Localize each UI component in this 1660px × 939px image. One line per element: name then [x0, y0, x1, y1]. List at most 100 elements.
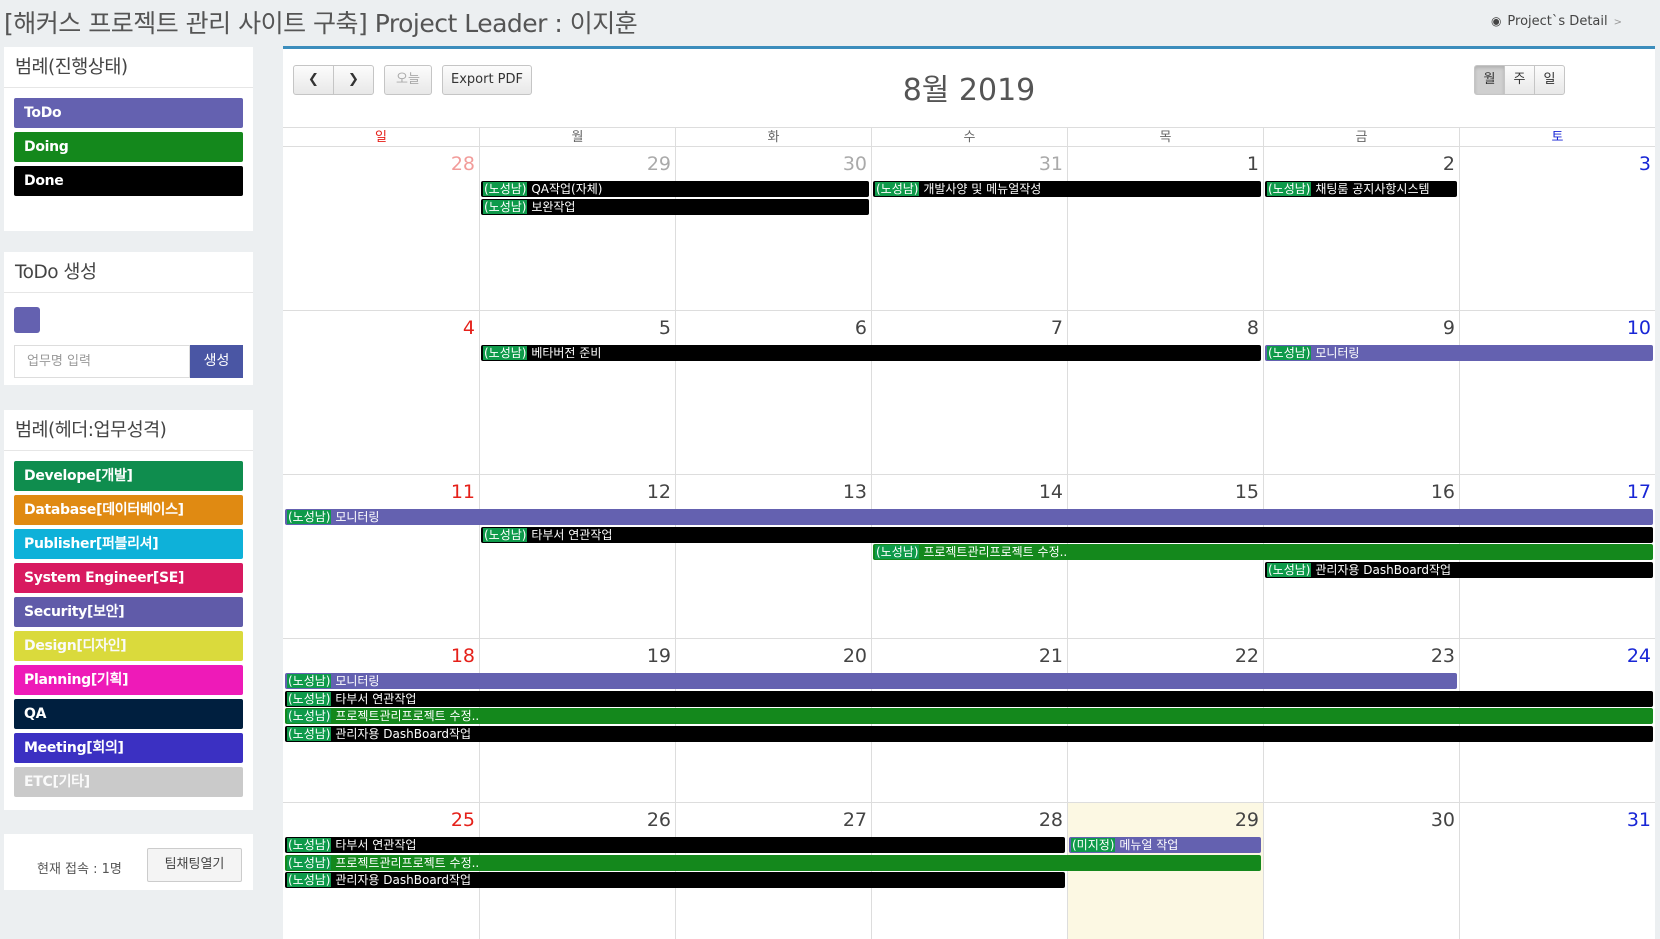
day-number: 17: [1626, 481, 1651, 503]
event-assignee: (노성남): [1267, 182, 1312, 196]
type-legend-item[interactable]: Develope[개발]: [14, 461, 243, 491]
status-legend-item[interactable]: Doing: [14, 132, 243, 162]
create-todo-button[interactable]: 생성: [190, 345, 243, 378]
event-assignee: (노성남): [483, 199, 528, 214]
type-legend-item[interactable]: Design[디자인]: [14, 631, 243, 661]
calendar-event[interactable]: (미지정) 메뉴얼 작업: [1069, 837, 1261, 853]
calendar-event[interactable]: (노성남) 타부서 연관작업: [285, 690, 1653, 707]
event-title: 보완작업: [531, 199, 576, 214]
todo-name-input[interactable]: 업무명 입력: [14, 345, 190, 378]
event-assignee: (노성남): [483, 346, 528, 360]
event-assignee: (노성남): [287, 510, 332, 524]
calendar-event[interactable]: (노성남) 타부서 연관작업: [285, 837, 1065, 853]
day-cell[interactable]: 10: [1459, 311, 1655, 474]
day-cell[interactable]: 28: [871, 803, 1067, 939]
day-number: 10: [1626, 317, 1651, 339]
day-number: 25: [450, 809, 475, 831]
day-cell[interactable]: 26: [479, 803, 675, 939]
weekday-label: 화: [675, 128, 871, 147]
calendar-week: 28 29 30 31 1 2 3 (노성남) QA작업(자체) (노성남) 보완작업 (노성남)…: [283, 147, 1655, 311]
calendar-event[interactable]: (노성남) 모니터링: [285, 509, 1653, 525]
day-cell[interactable]: 31: [871, 147, 1067, 310]
event-assignee: (노성남): [287, 709, 332, 723]
day-cell[interactable]: 28: [283, 147, 479, 310]
calendar-event[interactable]: (노성남) 프로젝트관리프로젝트 수정..: [873, 544, 1653, 560]
calendar-event[interactable]: (노성남) 개발사양 및 메뉴얼작성: [873, 181, 1261, 197]
calendar-event[interactable]: (노성남) 베타버전 준비: [481, 345, 1261, 361]
status-legend-item[interactable]: ToDo: [14, 98, 243, 128]
calendar-event[interactable]: (노성남) QA작업(자체): [481, 181, 869, 197]
connection-panel: 현재 접속 : 1명 팀채팅열기: [4, 834, 253, 890]
event-title: QA작업(자체): [531, 182, 603, 196]
calendar-event[interactable]: (노성남) 프로젝트관리프로젝트 수정..: [285, 708, 1653, 724]
page-title: [해커스 프로젝트 관리 사이트 구축] Project Leader : 이지…: [4, 9, 638, 38]
event-title: 모니터링: [335, 510, 380, 524]
day-cell[interactable]: 3: [1459, 147, 1655, 310]
calendar-event[interactable]: (노성남) 관리자용 DashBoard작업: [285, 872, 1065, 888]
day-cell[interactable]: 4: [283, 311, 479, 474]
day-number: 29: [1234, 809, 1259, 831]
calendar-event[interactable]: (노성남) 타부서 연관작업: [481, 526, 1653, 543]
day-cell[interactable]: 13: [675, 475, 871, 638]
day-number: 28: [450, 153, 475, 175]
event-title: 개발사양 및 메뉴얼작성: [923, 182, 1042, 196]
day-number: 31: [1626, 809, 1651, 831]
day-cell[interactable]: 1: [1067, 147, 1263, 310]
day-cell[interactable]: 30: [675, 147, 871, 310]
event-title: 관리자용 DashBoard작업: [1315, 562, 1452, 577]
calendar-event[interactable]: (노성남) 관리자용 DashBoard작업: [285, 725, 1653, 742]
type-legend-item[interactable]: Meeting[회의]: [14, 733, 243, 763]
type-legend-title: 범례(헤더:업무성격): [4, 410, 253, 451]
day-cell[interactable]: 7: [871, 311, 1067, 474]
view-month-button[interactable]: 월: [1474, 65, 1505, 95]
calendar-event[interactable]: (노성남) 모니터링: [285, 673, 1457, 689]
type-legend-item[interactable]: Database[데이터베이스]: [14, 495, 243, 525]
day-number: 31: [1038, 153, 1063, 175]
todo-color-picker[interactable]: [14, 307, 40, 333]
calendar-event[interactable]: (노성남) 모니터링: [1265, 345, 1653, 361]
status-legend-panel: 범례(진행상태) ToDo Doing Done: [4, 47, 253, 231]
view-week-button[interactable]: 주: [1504, 65, 1535, 95]
day-number: 11: [450, 481, 475, 503]
weekday-header: 일 월화수목금토: [283, 127, 1655, 147]
day-cell[interactable]: 11: [283, 475, 479, 638]
day-cell[interactable]: 9: [1263, 311, 1459, 474]
day-cell[interactable]: 30: [1263, 803, 1459, 939]
day-cell[interactable]: 8: [1067, 311, 1263, 474]
day-number: 30: [842, 153, 867, 175]
event-assignee: (노성남): [287, 691, 332, 706]
event-title: 프로젝트관리프로젝트 수정..: [335, 855, 480, 870]
day-cell[interactable]: 29: [479, 147, 675, 310]
type-legend-panel: 범례(헤더:업무성격) Develope[개발] Database[데이터베이스]…: [4, 410, 253, 810]
calendar-event[interactable]: (노성남) 관리자용 DashBoard작업: [1265, 561, 1653, 578]
day-cell[interactable]: 5: [479, 311, 675, 474]
day-cell[interactable]: 27: [675, 803, 871, 939]
day-cell[interactable]: 25: [283, 803, 479, 939]
view-day-button[interactable]: 일: [1534, 65, 1565, 95]
calendar-event[interactable]: (노성남) 보완작업: [481, 198, 869, 215]
day-cell[interactable]: 12: [479, 475, 675, 638]
type-legend-item[interactable]: Publisher[퍼블리셔]: [14, 529, 243, 559]
event-assignee: (노성남): [287, 674, 332, 688]
day-cell[interactable]: 6: [675, 311, 871, 474]
day-number: 4: [462, 317, 475, 339]
day-cell[interactable]: 29: [1067, 803, 1263, 939]
event-assignee: (노성남): [287, 838, 332, 852]
calendar-event[interactable]: (노성남) 프로젝트관리프로젝트 수정..: [285, 854, 1261, 871]
status-legend-item[interactable]: Done: [14, 166, 243, 196]
event-title: 모니터링: [335, 674, 380, 688]
type-legend-item[interactable]: System Engineer[SE]: [14, 563, 243, 593]
day-cell[interactable]: 31: [1459, 803, 1655, 939]
type-legend-item[interactable]: Security[보안]: [14, 597, 243, 627]
day-cell[interactable]: 2: [1263, 147, 1459, 310]
type-legend-item[interactable]: Planning[기획]: [14, 665, 243, 695]
team-chat-button[interactable]: 팀채팅열기: [147, 848, 242, 882]
day-number: 8: [1246, 317, 1259, 339]
type-legend-item[interactable]: ETC[기타]: [14, 767, 243, 797]
project-detail-link[interactable]: ◉ Project`s Detail >: [1491, 14, 1622, 29]
calendar-event[interactable]: (노성남) 채팅룸 공지사항시스템: [1265, 181, 1457, 197]
day-number: 20: [842, 645, 867, 667]
type-legend-item[interactable]: QA: [14, 699, 243, 729]
day-number: 27: [842, 809, 867, 831]
calendar-week: 25 26 27 28 29 30 31 (노성남) 타부서 연관작업 (미지정) 메뉴얼 작업…: [283, 803, 1655, 939]
